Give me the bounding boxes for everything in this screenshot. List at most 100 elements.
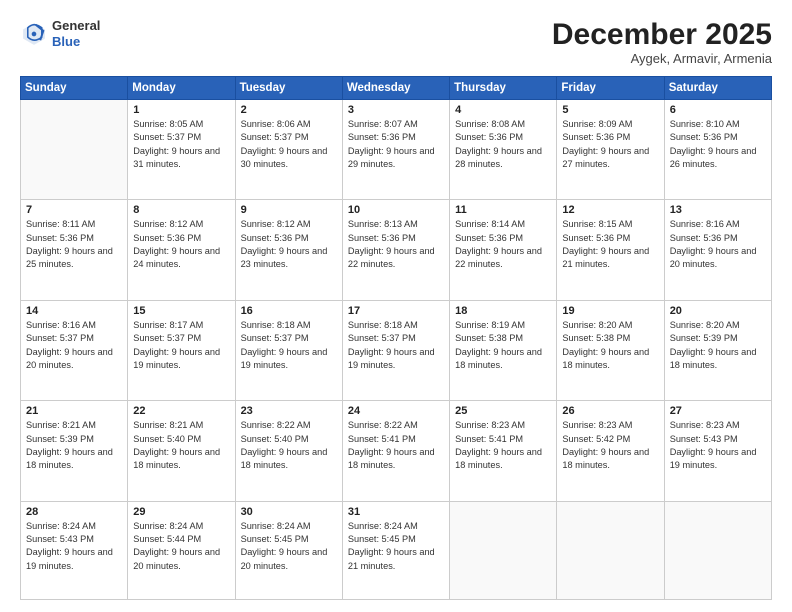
day-cell-0-0 <box>21 100 128 200</box>
day-cell-4-1: 29Sunrise: 8:24 AM Sunset: 5:44 PM Dayli… <box>128 501 235 599</box>
logo-text: General Blue <box>52 18 100 49</box>
day-number: 23 <box>241 405 337 417</box>
day-number: 9 <box>241 204 337 216</box>
day-number: 15 <box>133 305 229 317</box>
day-number: 26 <box>562 405 658 417</box>
day-number: 7 <box>26 204 122 216</box>
day-cell-4-6 <box>664 501 771 599</box>
day-number: 22 <box>133 405 229 417</box>
day-number: 27 <box>670 405 766 417</box>
day-number: 8 <box>133 204 229 216</box>
day-number: 6 <box>670 104 766 116</box>
day-number: 1 <box>133 104 229 116</box>
day-info: Sunrise: 8:24 AM Sunset: 5:45 PM Dayligh… <box>348 520 444 573</box>
day-info: Sunrise: 8:23 AM Sunset: 5:42 PM Dayligh… <box>562 419 658 472</box>
week-row-1: 1 Sunrise: 8:05 AM Sunset: 5:37 PM Daylig… <box>21 100 772 200</box>
day-cell-2-4: 18 Sunrise: 8:19 AM Sunset: 5:38 PM Dayli… <box>450 300 557 400</box>
day-number: 24 <box>348 405 444 417</box>
day-info: Sunrise: 8:07 AM Sunset: 5:36 PM Dayligh… <box>348 118 444 171</box>
day-cell-4-0: 28 Sunrise: 8:24 AM Sunset: 5:43 PM Dayli… <box>21 501 128 599</box>
day-number: 3 <box>348 104 444 116</box>
logo-blue-text: Blue <box>52 34 100 50</box>
week-row-4: 21 Sunrise: 8:21 AM Sunset: 5:39 PM Dayli… <box>21 401 772 501</box>
col-wednesday: Wednesday <box>342 77 449 100</box>
week-row-3: 14 Sunrise: 8:16 AM Sunset: 5:37 PM Dayli… <box>21 300 772 400</box>
header: General Blue December 2025 Aygek, Armavi… <box>20 18 772 66</box>
day-number: 4 <box>455 104 551 116</box>
day-cell-3-4: 25 Sunrise: 8:23 AM Sunset: 5:41 PM Dayli… <box>450 401 557 501</box>
day-cell-0-1: 1 Sunrise: 8:05 AM Sunset: 5:37 PM Daylig… <box>128 100 235 200</box>
day-number: 18 <box>455 305 551 317</box>
day-info: Sunrise: 8:21 AM Sunset: 5:40 PM Dayligh… <box>133 419 229 472</box>
day-info: Sunrise: 8:16 AM Sunset: 5:37 PM Dayligh… <box>26 319 122 372</box>
day-info: Sunrise: 8:14 AM Sunset: 5:36 PM Dayligh… <box>455 218 551 271</box>
day-info: Sunrise: 8:23 AM Sunset: 5:43 PM Dayligh… <box>670 419 766 472</box>
day-cell-2-1: 15 Sunrise: 8:17 AM Sunset: 5:37 PM Dayli… <box>128 300 235 400</box>
week-row-2: 7Sunrise: 8:11 AM Sunset: 5:36 PM Daylig… <box>21 200 772 300</box>
day-info: Sunrise: 8:12 AM Sunset: 5:36 PM Dayligh… <box>241 218 337 271</box>
location-subtitle: Aygek, Armavir, Armenia <box>552 51 772 66</box>
day-cell-2-3: 17 Sunrise: 8:18 AM Sunset: 5:37 PM Dayli… <box>342 300 449 400</box>
day-info: Sunrise: 8:24 AM Sunset: 5:43 PM Dayligh… <box>26 520 122 573</box>
day-cell-2-0: 14 Sunrise: 8:16 AM Sunset: 5:37 PM Dayli… <box>21 300 128 400</box>
day-number: 28 <box>26 506 122 518</box>
day-info: Sunrise: 8:23 AM Sunset: 5:41 PM Dayligh… <box>455 419 551 472</box>
day-cell-2-2: 16Sunrise: 8:18 AM Sunset: 5:37 PM Dayli… <box>235 300 342 400</box>
day-number: 5 <box>562 104 658 116</box>
day-cell-3-3: 24 Sunrise: 8:22 AM Sunset: 5:41 PM Dayli… <box>342 401 449 501</box>
page: General Blue December 2025 Aygek, Armavi… <box>0 0 792 612</box>
day-info: Sunrise: 8:18 AM Sunset: 5:37 PM Dayligh… <box>348 319 444 372</box>
day-info: Sunrise: 8:18 AM Sunset: 5:37 PM Dayligh… <box>241 319 337 372</box>
day-cell-0-6: 6 Sunrise: 8:10 AM Sunset: 5:36 PM Daylig… <box>664 100 771 200</box>
day-number: 30 <box>241 506 337 518</box>
day-cell-1-0: 7Sunrise: 8:11 AM Sunset: 5:36 PM Daylig… <box>21 200 128 300</box>
col-tuesday: Tuesday <box>235 77 342 100</box>
day-info: Sunrise: 8:10 AM Sunset: 5:36 PM Dayligh… <box>670 118 766 171</box>
logo-general-text: General <box>52 18 100 34</box>
day-cell-0-3: 3 Sunrise: 8:07 AM Sunset: 5:36 PM Daylig… <box>342 100 449 200</box>
day-number: 17 <box>348 305 444 317</box>
day-info: Sunrise: 8:16 AM Sunset: 5:36 PM Dayligh… <box>670 218 766 271</box>
day-info: Sunrise: 8:09 AM Sunset: 5:36 PM Dayligh… <box>562 118 658 171</box>
logo-icon <box>20 20 48 48</box>
day-number: 10 <box>348 204 444 216</box>
day-number: 13 <box>670 204 766 216</box>
col-sunday: Sunday <box>21 77 128 100</box>
logo: General Blue <box>20 18 100 49</box>
day-cell-0-2: 2Sunrise: 8:06 AM Sunset: 5:37 PM Daylig… <box>235 100 342 200</box>
week-row-5: 28 Sunrise: 8:24 AM Sunset: 5:43 PM Dayli… <box>21 501 772 599</box>
day-info: Sunrise: 8:15 AM Sunset: 5:36 PM Dayligh… <box>562 218 658 271</box>
day-info: Sunrise: 8:05 AM Sunset: 5:37 PM Dayligh… <box>133 118 229 171</box>
day-info: Sunrise: 8:19 AM Sunset: 5:38 PM Dayligh… <box>455 319 551 372</box>
day-number: 11 <box>455 204 551 216</box>
day-cell-3-1: 22 Sunrise: 8:21 AM Sunset: 5:40 PM Dayli… <box>128 401 235 501</box>
day-info: Sunrise: 8:13 AM Sunset: 5:36 PM Dayligh… <box>348 218 444 271</box>
day-number: 2 <box>241 104 337 116</box>
day-info: Sunrise: 8:22 AM Sunset: 5:40 PM Dayligh… <box>241 419 337 472</box>
day-cell-0-5: 5 Sunrise: 8:09 AM Sunset: 5:36 PM Daylig… <box>557 100 664 200</box>
day-cell-1-1: 8Sunrise: 8:12 AM Sunset: 5:36 PM Daylig… <box>128 200 235 300</box>
day-cell-4-4 <box>450 501 557 599</box>
day-cell-3-5: 26 Sunrise: 8:23 AM Sunset: 5:42 PM Dayli… <box>557 401 664 501</box>
day-info: Sunrise: 8:20 AM Sunset: 5:39 PM Dayligh… <box>670 319 766 372</box>
col-saturday: Saturday <box>664 77 771 100</box>
day-info: Sunrise: 8:08 AM Sunset: 5:36 PM Dayligh… <box>455 118 551 171</box>
day-number: 12 <box>562 204 658 216</box>
calendar-header-row: Sunday Monday Tuesday Wednesday Thursday… <box>21 77 772 100</box>
day-cell-0-4: 4 Sunrise: 8:08 AM Sunset: 5:36 PM Daylig… <box>450 100 557 200</box>
day-info: Sunrise: 8:20 AM Sunset: 5:38 PM Dayligh… <box>562 319 658 372</box>
day-number: 14 <box>26 305 122 317</box>
title-block: December 2025 Aygek, Armavir, Armenia <box>552 18 772 66</box>
day-cell-3-2: 23 Sunrise: 8:22 AM Sunset: 5:40 PM Dayli… <box>235 401 342 501</box>
day-info: Sunrise: 8:21 AM Sunset: 5:39 PM Dayligh… <box>26 419 122 472</box>
day-info: Sunrise: 8:17 AM Sunset: 5:37 PM Dayligh… <box>133 319 229 372</box>
day-cell-4-5 <box>557 501 664 599</box>
day-number: 25 <box>455 405 551 417</box>
month-title: December 2025 <box>552 18 772 51</box>
day-cell-1-5: 12 Sunrise: 8:15 AM Sunset: 5:36 PM Dayli… <box>557 200 664 300</box>
day-number: 21 <box>26 405 122 417</box>
day-info: Sunrise: 8:22 AM Sunset: 5:41 PM Dayligh… <box>348 419 444 472</box>
day-cell-4-3: 31Sunrise: 8:24 AM Sunset: 5:45 PM Dayli… <box>342 501 449 599</box>
day-cell-1-3: 10 Sunrise: 8:13 AM Sunset: 5:36 PM Dayli… <box>342 200 449 300</box>
day-cell-3-6: 27 Sunrise: 8:23 AM Sunset: 5:43 PM Dayli… <box>664 401 771 501</box>
